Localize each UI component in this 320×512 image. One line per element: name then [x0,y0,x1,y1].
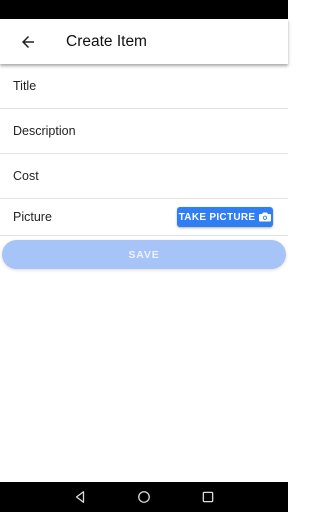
arrow-back-icon [22,35,34,48]
description-field-label: Description [13,124,76,138]
cost-field-label: Cost [13,169,39,183]
picture-row: Picture TAKE PICTURE [0,199,288,236]
title-field-label: Title [13,79,37,93]
save-button[interactable]: SAVE [2,240,286,269]
picture-label: Picture [13,210,52,224]
save-button-label: SAVE [128,248,160,261]
cost-field[interactable]: Cost [0,154,288,199]
camera-icon [259,212,272,222]
app-bar: Create Item [0,19,288,64]
take-picture-button[interactable]: TAKE PICTURE [177,207,273,227]
page-title: Create Item [66,32,147,50]
nav-back-icon[interactable] [73,490,87,504]
title-field[interactable]: Title [0,64,288,109]
take-picture-label: TAKE PICTURE [178,211,256,223]
nav-recents-icon[interactable] [201,490,215,504]
status-bar [0,0,288,19]
system-nav-bar [0,482,288,512]
description-field[interactable]: Description [0,109,288,154]
back-button[interactable] [0,19,56,64]
nav-home-icon[interactable] [137,490,151,504]
